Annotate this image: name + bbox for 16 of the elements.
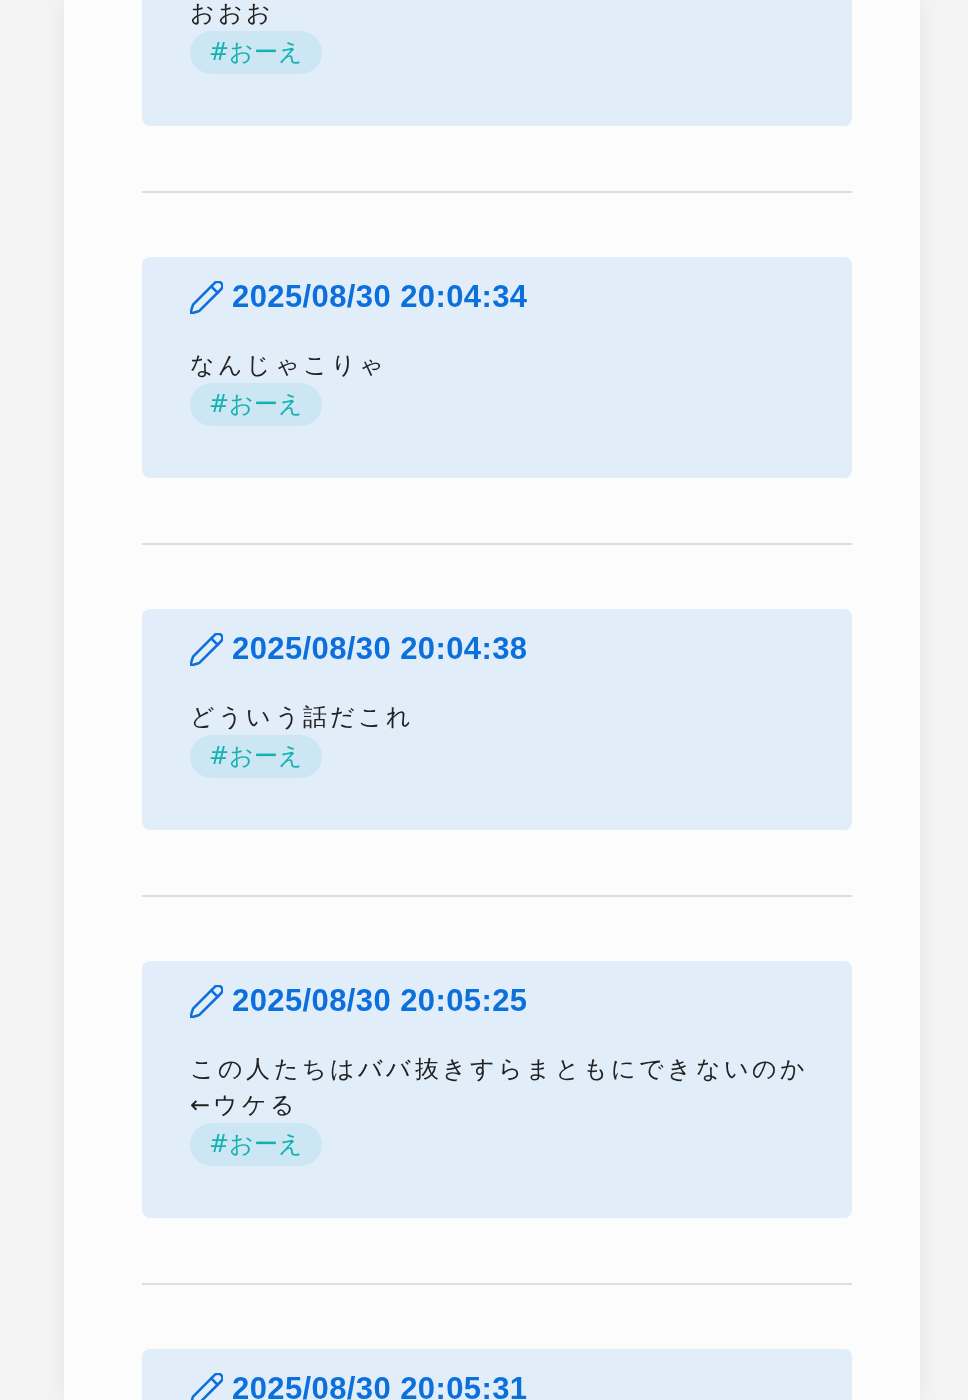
pencil-icon bbox=[190, 1372, 223, 1400]
pencil-icon bbox=[190, 632, 223, 666]
hashtag-link[interactable]: #おーえ bbox=[190, 735, 323, 778]
post-text: おおお bbox=[190, 0, 276, 29]
post-date: 2025/08/30 20:04:38 bbox=[232, 630, 528, 668]
pencil-icon bbox=[190, 984, 223, 1018]
hashtag-link[interactable]: #おーえ bbox=[190, 1123, 323, 1166]
hashtag-link[interactable]: #おーえ bbox=[190, 383, 323, 426]
post-date: 2025/08/30 20:05:25 bbox=[232, 982, 528, 1020]
post-text: どういう話だこれ bbox=[190, 702, 416, 733]
post-text: この人たちはババ抜きすらまともにできないのか←ウケる bbox=[190, 1054, 810, 1121]
post-date: 2025/08/30 20:05:31 bbox=[232, 1370, 528, 1400]
pencil-icon bbox=[190, 280, 223, 314]
hashtag-link[interactable]: #おーえ bbox=[190, 31, 323, 74]
post-text: なんじゃこりゃ bbox=[190, 350, 389, 381]
post-date: 2025/08/30 20:04:34 bbox=[232, 278, 528, 316]
